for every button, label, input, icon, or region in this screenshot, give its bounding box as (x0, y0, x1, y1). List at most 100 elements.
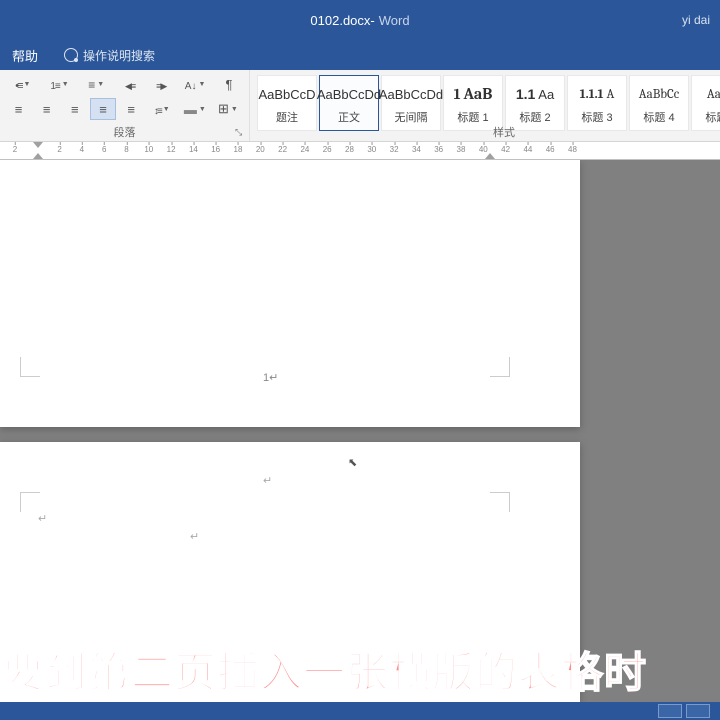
ruler-tick: 36 (434, 145, 443, 154)
ruler-tick: 10 (144, 145, 153, 154)
style-preview: AaBbCcDd (317, 81, 381, 107)
align-right-icon (71, 102, 79, 117)
style-preview: 1.1.1A (580, 81, 615, 107)
hanging-indent-marker[interactable] (33, 153, 43, 159)
style-无间隔[interactable]: AaBbCcDd无间隔 (381, 75, 441, 131)
indent-icon (156, 77, 166, 92)
multilevel-list-button[interactable]: ▼ (79, 73, 113, 95)
style-preview: 1.1Aa (516, 81, 554, 107)
right-indent-marker[interactable] (485, 153, 495, 159)
show-paragraph-button[interactable] (215, 73, 243, 95)
ruler-tick: 2 (13, 145, 17, 154)
read-mode-button[interactable] (658, 704, 682, 718)
justify-icon (99, 102, 107, 117)
app-name: Word (379, 13, 410, 28)
margin-corner (490, 357, 510, 377)
style-preview: AaBbCcDd (379, 81, 443, 107)
tell-me-search[interactable]: 操作说明搜索 (64, 47, 155, 64)
paragraph-dialog-launcher[interactable]: ⤡ (235, 127, 247, 139)
ribbon-tabs: 帮助 操作说明搜索 (0, 40, 720, 70)
style-label: 题注 (276, 109, 298, 125)
ruler-tick: 12 (167, 145, 176, 154)
paragraph-group-label: 段落 (0, 124, 249, 140)
borders-button[interactable]: ▼ (213, 98, 243, 120)
border-icon (218, 101, 229, 117)
ruler-tick: 14 (189, 145, 198, 154)
ruler-tick: 22 (278, 145, 287, 154)
margin-corner (20, 357, 40, 377)
distribute-icon (127, 102, 135, 117)
style-标题 2[interactable]: 1.1Aa 标题 2 (505, 75, 565, 131)
ruler-tick: 24 (300, 145, 309, 154)
lightbulb-icon (64, 48, 78, 62)
increase-indent-button[interactable] (147, 73, 175, 95)
ruler-tick: 44 (523, 145, 532, 154)
video-caption: 要到第二页插入一张横版的表格时 (0, 639, 720, 700)
first-line-indent-marker[interactable] (33, 142, 43, 148)
style-label: 正文 (338, 109, 360, 125)
style-preview: AaBb (707, 81, 720, 107)
decrease-indent-button[interactable] (116, 73, 144, 95)
ruler-tick: 4 (80, 145, 84, 154)
style-标题 5[interactable]: AaBb 标题 5 (691, 75, 720, 131)
number-list-button[interactable]: ▼ (43, 73, 77, 95)
style-label: 标题 5 (705, 109, 720, 125)
ribbon: ▼ ▼ ▼ ▼ ▼ ▼ ▼ 段落 ⤡ AaBbCcD题注AaBbCcDd正文Aa… (0, 70, 720, 142)
margin-corner (490, 492, 510, 512)
style-preview: AaBbCcD (258, 81, 315, 107)
sort-button[interactable]: ▼ (178, 73, 212, 95)
number-icon (50, 77, 59, 92)
ruler-tick: 28 (345, 145, 354, 154)
ruler-tick: 30 (367, 145, 376, 154)
style-标题 3[interactable]: 1.1.1A 标题 3 (567, 75, 627, 131)
align-right-button[interactable] (62, 98, 87, 120)
ruler-tick: 32 (390, 145, 399, 154)
document-area[interactable]: 1↵ ↵ ↵ ↵ ⬉ (0, 160, 720, 702)
ruler-tick: 34 (412, 145, 421, 154)
style-label: 标题 2 (519, 109, 550, 125)
justify-button[interactable] (90, 98, 115, 120)
multilist-icon (88, 77, 95, 92)
print-layout-button[interactable] (686, 704, 710, 718)
style-标题 4[interactable]: AaBbCc 标题 4 (629, 75, 689, 131)
outdent-icon (125, 77, 135, 92)
ruler-tick: 6 (102, 145, 106, 154)
paragraph-mark: ↵ (190, 530, 199, 543)
line-spacing-button[interactable]: ▼ (147, 98, 177, 120)
ruler-tick: 48 (568, 145, 577, 154)
ruler-tick: 18 (234, 145, 243, 154)
page-number: 1↵ (263, 371, 278, 384)
title-bar: 0102.docx - Word yi dai (0, 0, 720, 40)
ruler-tick: 26 (323, 145, 332, 154)
ruler-tick: 38 (457, 145, 466, 154)
bullet-list-button[interactable]: ▼ (6, 73, 40, 95)
ruler-tick: 20 (256, 145, 265, 154)
align-center-button[interactable] (34, 98, 59, 120)
ruler-tick: 8 (124, 145, 128, 154)
style-label: 标题 4 (643, 109, 674, 125)
document-title: 0102.docx (310, 13, 370, 28)
style-preview: AaBbCc (639, 81, 679, 107)
user-name[interactable]: yi dai (682, 13, 710, 27)
page-1[interactable]: 1↵ (0, 160, 580, 427)
align-left-icon (15, 102, 23, 117)
shading-button[interactable]: ▼ (180, 98, 210, 120)
style-正文[interactable]: AaBbCcDd 正文 (319, 75, 379, 131)
style-题注[interactable]: AaBbCcD 题注 (257, 75, 317, 131)
distribute-button[interactable] (119, 98, 144, 120)
paragraph-mark: ↵ (38, 512, 47, 525)
ruler-tick: 2 (57, 145, 61, 154)
ruler-tick: 46 (546, 145, 555, 154)
horizontal-ruler[interactable]: 2246810121416182022242628303234363840424… (0, 142, 720, 160)
tab-help[interactable]: 帮助 (2, 42, 48, 69)
ruler-tick: 42 (501, 145, 510, 154)
align-left-button[interactable] (6, 98, 31, 120)
status-bar (0, 702, 720, 720)
linespace-icon (154, 102, 161, 117)
paragraph-mark: ↵ (263, 474, 272, 487)
align-center-icon (43, 102, 51, 117)
style-label: 标题 3 (581, 109, 612, 125)
style-标题 1[interactable]: 1AaB标题 1 (443, 75, 503, 131)
styles-group-label: 样式 (250, 124, 720, 140)
style-preview: 1AaB (454, 81, 493, 107)
